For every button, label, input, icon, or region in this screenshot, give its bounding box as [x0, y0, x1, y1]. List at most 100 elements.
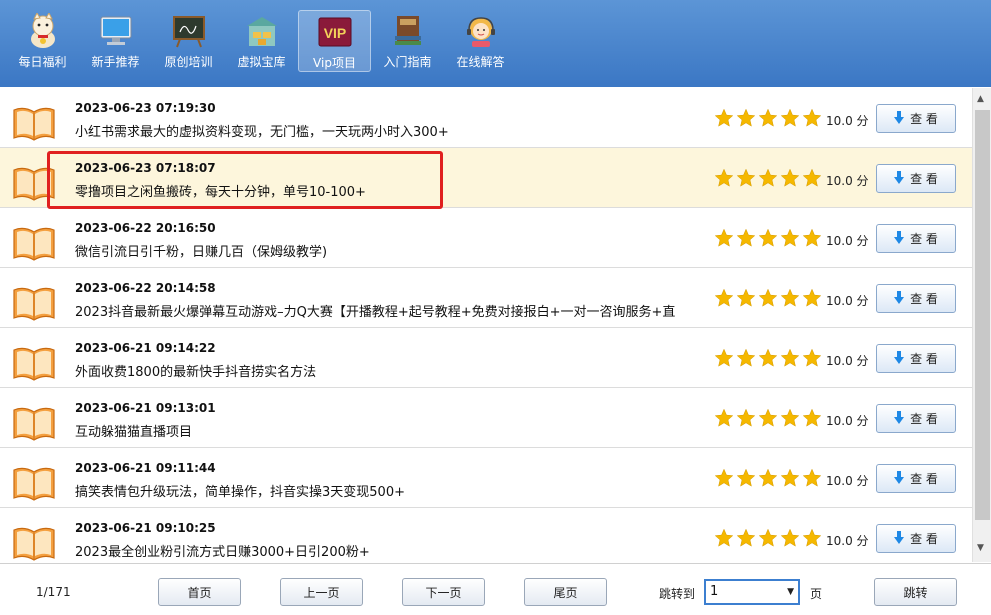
vip-badge-icon: VIP — [317, 14, 353, 50]
list-item[interactable]: 2023-06-23 07:19:30 小红书需求最大的虚拟资料变现，无门槛，一天… — [0, 88, 972, 148]
toolbar-item-training[interactable]: 原创培训 — [152, 10, 225, 72]
star-icon — [736, 468, 756, 492]
toolbar-item-virtual-library[interactable]: 虚拟宝库 — [225, 10, 298, 72]
scrollbar-thumb[interactable] — [975, 110, 990, 520]
rating-stars — [714, 168, 822, 192]
page-select[interactable]: 1 ▼ — [704, 579, 800, 605]
list-item[interactable]: 2023-06-21 09:10:25 2023最全创业粉引流方式日赚3000+日… — [0, 508, 972, 562]
star-icon — [736, 528, 756, 552]
chalkboard-icon — [171, 13, 207, 49]
star-icon — [714, 228, 734, 252]
list-item[interactable]: 2023-06-21 09:11:44 搞笑表情包升级玩法，简单操作，抖音实操3天… — [0, 448, 972, 508]
download-arrow-icon — [894, 170, 905, 187]
star-icon — [802, 228, 822, 252]
view-button[interactable]: 查 看 — [876, 344, 956, 373]
star-icon — [802, 528, 822, 552]
project-list: 2023-06-23 07:19:30 小红书需求最大的虚拟资料变现，无门槛，一天… — [0, 88, 972, 562]
toolbar-item-online-help[interactable]: 在线解答 — [444, 10, 517, 72]
list-item[interactable]: 2023-06-22 20:14:58 2023抖音最新最火爆弹幕互动游戏–力Q大… — [0, 268, 972, 328]
star-icon — [758, 528, 778, 552]
item-title[interactable]: 2023最全创业粉引流方式日赚3000+日引200粉+ — [75, 541, 707, 560]
jump-to-label: 跳转到 — [659, 587, 696, 601]
star-icon — [758, 108, 778, 132]
last-page-button[interactable]: 尾页 — [524, 578, 607, 606]
star-icon — [758, 348, 778, 372]
star-icon — [758, 228, 778, 252]
scroll-down-icon[interactable]: ▼ — [977, 543, 984, 553]
download-arrow-icon — [894, 530, 905, 547]
rating-stars — [714, 228, 822, 252]
list-item[interactable]: 2023-06-21 09:13:01 互动躲猫猫直播项目 10.0 分 查 看 — [0, 388, 972, 448]
list-item[interactable]: 2023-06-22 20:16:50 微信引流日引千粉，日赚几百（保姆级教学) 1… — [0, 208, 972, 268]
support-agent-icon — [463, 13, 499, 49]
view-button-label: 查 看 — [910, 292, 938, 306]
view-button[interactable]: 查 看 — [876, 524, 956, 553]
lucky-cat-icon — [25, 13, 61, 49]
star-icon — [736, 168, 756, 192]
download-arrow-icon — [894, 350, 905, 367]
item-title[interactable]: 2023抖音最新最火爆弹幕互动游戏–力Q大赛【开播教程+起号教程+免费对接报白+… — [75, 301, 707, 320]
item-score: 10.0 分 — [826, 354, 869, 368]
view-button-label: 查 看 — [910, 472, 938, 486]
view-button[interactable]: 查 看 — [876, 464, 956, 493]
book-icon — [12, 164, 56, 202]
view-button[interactable]: 查 看 — [876, 404, 956, 433]
download-arrow-icon — [894, 410, 905, 427]
warehouse-icon — [244, 13, 280, 49]
item-score: 10.0 分 — [826, 174, 869, 188]
first-page-button[interactable]: 首页 — [158, 578, 241, 606]
item-date: 2023-06-21 09:13:01 — [75, 401, 216, 415]
item-title[interactable]: 互动躲猫猫直播项目 — [75, 421, 707, 440]
book-icon — [12, 404, 56, 442]
page-indicator: 1/171 — [36, 585, 71, 599]
toolbar-item-label: 每日福利 — [18, 55, 67, 69]
download-arrow-icon — [894, 290, 905, 307]
item-score: 10.0 分 — [826, 234, 869, 248]
view-button[interactable]: 查 看 — [876, 284, 956, 313]
view-button[interactable]: 查 看 — [876, 164, 956, 193]
item-score: 10.0 分 — [826, 474, 869, 488]
item-title[interactable]: 小红书需求最大的虚拟资料变现，无门槛，一天玩两小时入300+ — [75, 121, 707, 140]
toolbar-item-newbie[interactable]: 新手推荐 — [79, 10, 152, 72]
item-date: 2023-06-21 09:14:22 — [75, 341, 216, 355]
next-page-button[interactable]: 下一页 — [402, 578, 485, 606]
item-title[interactable]: 微信引流日引千粉，日赚几百（保姆级教学) — [75, 241, 707, 260]
toolbar-item-guide[interactable]: 入门指南 — [371, 10, 444, 72]
view-button-label: 查 看 — [910, 172, 938, 186]
item-score: 10.0 分 — [826, 294, 869, 308]
item-title[interactable]: 外面收费1800的最新快手抖音捞实名方法 — [75, 361, 707, 380]
toolbar-item-label: 新手推荐 — [91, 55, 140, 69]
item-score: 10.0 分 — [826, 414, 869, 428]
star-icon — [780, 288, 800, 312]
toolbar-item-daily-welfare[interactable]: 每日福利 — [6, 10, 79, 72]
toolbar-item-label: 虚拟宝库 — [237, 55, 286, 69]
chevron-down-icon: ▼ — [787, 587, 794, 597]
jump-button[interactable]: 跳转 — [874, 578, 957, 606]
book-icon — [12, 104, 56, 142]
vertical-scrollbar[interactable]: ▲ ▼ — [972, 88, 991, 562]
star-icon — [736, 228, 756, 252]
star-icon — [714, 468, 734, 492]
star-icon — [736, 408, 756, 432]
item-score: 10.0 分 — [826, 114, 869, 128]
star-icon — [714, 348, 734, 372]
pagination-bar: 1/171 首页 上一页 下一页 尾页 跳转到 1 ▼ 页 跳转 — [0, 563, 991, 615]
view-button[interactable]: 查 看 — [876, 104, 956, 133]
scroll-up-icon[interactable]: ▲ — [977, 94, 984, 104]
view-button[interactable]: 查 看 — [876, 224, 956, 253]
book-icon — [12, 224, 56, 262]
item-title[interactable]: 零撸项目之闲鱼搬砖，每天十分钟，单号10-100+ — [75, 181, 707, 200]
star-icon — [780, 168, 800, 192]
view-button-label: 查 看 — [910, 412, 938, 426]
list-item[interactable]: 2023-06-21 09:14:22 外面收费1800的最新快手抖音捞实名方法 1… — [0, 328, 972, 388]
prev-page-button[interactable]: 上一页 — [280, 578, 363, 606]
toolbar-item-label: 原创培训 — [164, 55, 213, 69]
list-item[interactable]: 2023-06-23 07:18:07 零撸项目之闲鱼搬砖，每天十分钟，单号10-… — [0, 148, 972, 208]
toolbar-item-vip[interactable]: VIP Vip项目 — [298, 10, 371, 72]
star-icon — [758, 468, 778, 492]
star-icon — [736, 288, 756, 312]
star-icon — [802, 468, 822, 492]
rating-stars — [714, 288, 822, 312]
item-title[interactable]: 搞笑表情包升级玩法，简单操作，抖音实操3天变现500+ — [75, 481, 707, 500]
item-date: 2023-06-21 09:11:44 — [75, 461, 216, 475]
